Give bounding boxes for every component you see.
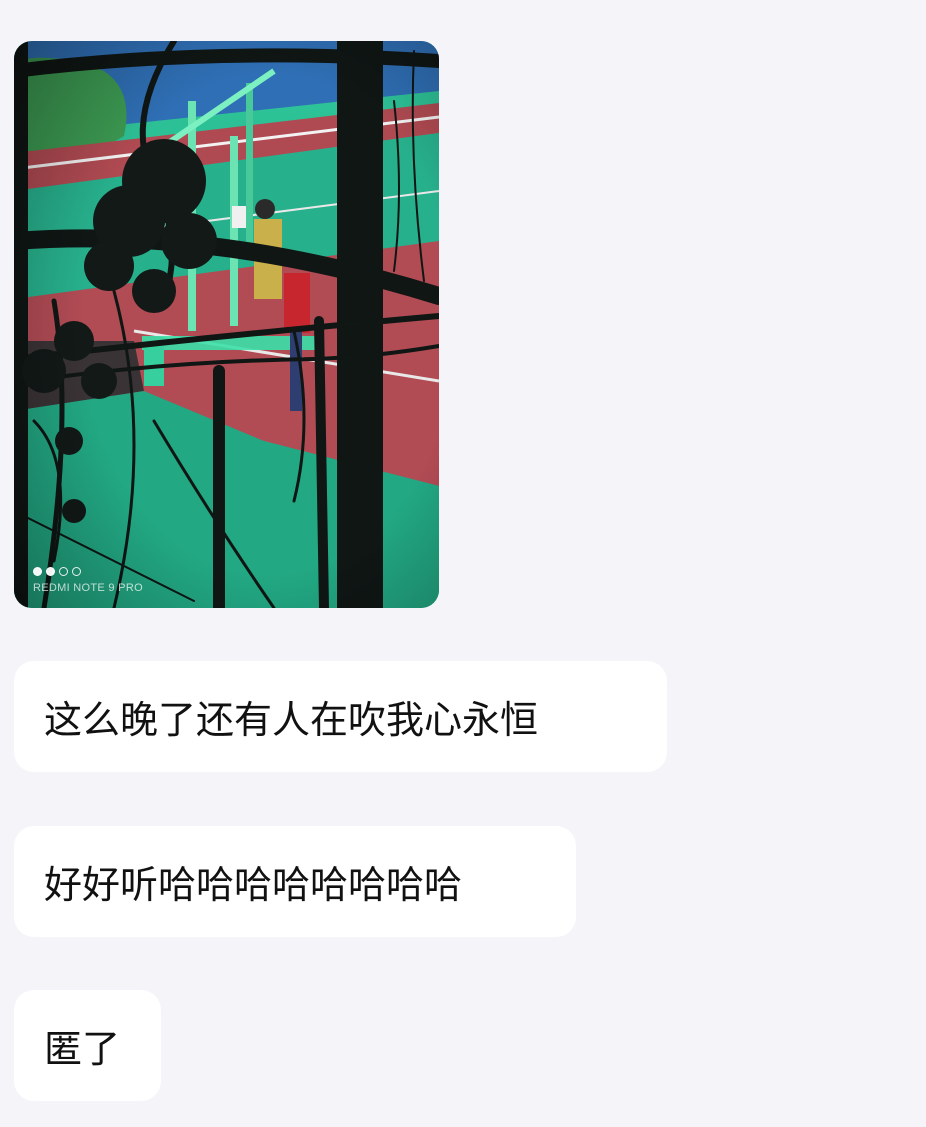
- message-text: 好好听哈哈哈哈哈哈哈哈: [44, 863, 463, 907]
- indicator-dot: [59, 567, 68, 576]
- text-message-bubble[interactable]: 匿了: [14, 990, 161, 1101]
- camera-watermark: REDMI NOTE 9 PRO: [33, 582, 143, 594]
- message-text: 这么晚了还有人在吹我心永恒: [44, 698, 539, 742]
- message-text: 匿了: [44, 1027, 121, 1071]
- indicator-dot: [72, 567, 81, 576]
- image-page-indicator: [33, 567, 81, 576]
- text-message-bubble[interactable]: 这么晚了还有人在吹我心永恒: [14, 661, 667, 772]
- night-sports-court-photo: [14, 41, 439, 608]
- indicator-dot: [33, 567, 42, 576]
- text-message-bubble[interactable]: 好好听哈哈哈哈哈哈哈哈: [14, 826, 576, 937]
- indicator-dot: [46, 567, 55, 576]
- image-message[interactable]: REDMI NOTE 9 PRO: [14, 41, 439, 608]
